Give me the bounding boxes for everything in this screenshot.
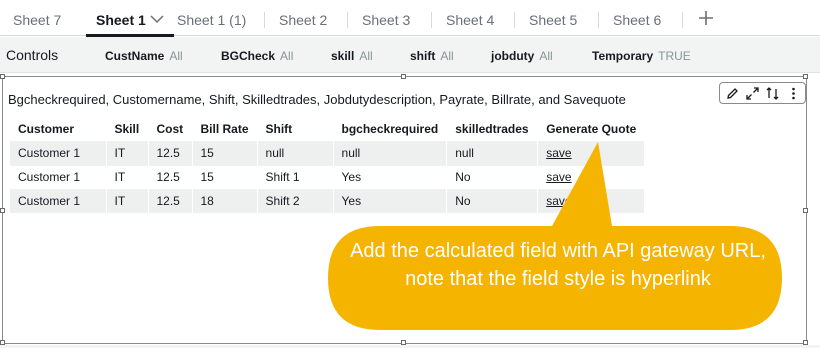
table-cell: null <box>446 140 539 165</box>
resize-handle[interactable] <box>0 208 5 213</box>
control-value: All <box>169 49 183 63</box>
chevron-down-icon[interactable] <box>150 15 164 24</box>
control-label: BGCheck <box>221 49 276 63</box>
table-cell: save <box>537 188 646 213</box>
column-header[interactable]: Generate Quote <box>537 117 646 141</box>
sheet-tab-bar: Sheet 7 Sheet 1 Sheet 1 (1) Sheet 2 Shee… <box>0 0 820 37</box>
save-quote-link[interactable]: save <box>546 146 571 160</box>
table-cell: 15 <box>192 164 258 189</box>
more-icon[interactable] <box>786 86 801 101</box>
column-header[interactable]: skilledtrades <box>446 117 539 141</box>
table-cell: Shift 1 <box>257 164 334 189</box>
resize-handle[interactable] <box>803 208 808 213</box>
control-label: jobduty <box>491 49 535 63</box>
expand-icon[interactable] <box>745 86 760 101</box>
table-cell: null <box>333 140 448 165</box>
table-cell: 12.5 <box>148 164 193 189</box>
resize-handle[interactable] <box>401 74 406 79</box>
table-cell: 15 <box>192 140 258 165</box>
control-value: All <box>440 49 454 63</box>
control-bgcheck[interactable]: BGCheck All <box>221 49 293 63</box>
control-value: All <box>539 49 553 63</box>
table-cell: No <box>446 164 539 189</box>
table-cell: save <box>537 164 646 189</box>
table-visual[interactable]: Bgcheckrequired, Customername, Shift, Sk… <box>0 74 808 345</box>
visual-toolbar <box>719 82 806 104</box>
control-shift[interactable]: shift All <box>410 49 454 63</box>
column-header[interactable]: Bill Rate <box>192 117 258 141</box>
tab-sheet-1-1[interactable]: Sheet 1 (1) <box>177 0 246 36</box>
control-value: All <box>280 49 294 63</box>
controls-bar: Controls CustName All BGCheck All skill All… <box>0 37 820 73</box>
tab-sheet-1[interactable]: Sheet 1 <box>86 0 174 37</box>
control-value: TRUE <box>658 49 691 63</box>
tab-sheet-7[interactable]: Sheet 7 <box>13 0 61 36</box>
tab-divider <box>347 12 348 28</box>
table-row[interactable]: Customer 1 IT 12.5 15 null null null sav… <box>10 140 646 165</box>
table-cell: 12.5 <box>148 140 193 165</box>
control-label: skill <box>331 49 355 63</box>
tab-sheet-1-label: Sheet 1 <box>96 12 146 28</box>
tab-sheet-2[interactable]: Sheet 2 <box>279 0 327 36</box>
table-cell: Customer 1 <box>10 164 107 189</box>
tab-divider <box>264 12 265 28</box>
data-table: Customer Skill Cost Bill Rate Shift bgch… <box>10 117 646 213</box>
control-label: CustName <box>105 49 165 63</box>
resize-handle[interactable] <box>0 74 5 79</box>
tab-sheet-5[interactable]: Sheet 5 <box>529 0 577 36</box>
column-header[interactable]: bgcheckrequired <box>333 117 448 141</box>
control-skill[interactable]: skill All <box>331 49 373 63</box>
table-cell: IT <box>106 164 149 189</box>
table-row[interactable]: Customer 1 IT 12.5 18 Shift 2 Yes No sav… <box>10 188 646 213</box>
visual-title: Bgcheckrequired, Customername, Shift, Sk… <box>8 92 626 107</box>
tab-sheet-6[interactable]: Sheet 6 <box>613 0 661 36</box>
table-cell: Customer 1 <box>10 188 107 213</box>
control-value: All <box>359 49 373 63</box>
tab-divider <box>598 12 599 28</box>
table-cell: Yes <box>333 164 448 189</box>
control-temporary[interactable]: Temporary TRUE <box>592 49 691 63</box>
table-cell: 12.5 <box>148 188 193 213</box>
column-header[interactable]: Shift <box>257 117 334 141</box>
table-cell: IT <box>106 188 149 213</box>
tab-sheet-3[interactable]: Sheet 3 <box>362 0 410 36</box>
table-header-row: Customer Skill Cost Bill Rate Shift bgch… <box>10 117 646 141</box>
table-cell: IT <box>106 140 149 165</box>
control-jobduty[interactable]: jobduty All <box>491 49 553 63</box>
table-cell: No <box>446 188 539 213</box>
table-cell: Customer 1 <box>10 140 107 165</box>
tab-sheet-4[interactable]: Sheet 4 <box>446 0 494 36</box>
pencil-icon[interactable] <box>725 86 740 101</box>
callout-text: Add the calculated field with API gatewa… <box>350 240 766 290</box>
column-header[interactable]: Cost <box>148 117 193 141</box>
save-quote-link[interactable]: save <box>546 194 571 208</box>
save-quote-link[interactable]: save <box>546 170 571 184</box>
controls-title[interactable]: Controls <box>6 47 58 63</box>
column-header[interactable]: Customer <box>10 117 107 141</box>
table-cell: 18 <box>192 188 258 213</box>
tab-divider <box>514 12 515 28</box>
control-label: shift <box>410 49 436 63</box>
table-cell: null <box>257 140 334 165</box>
control-custname[interactable]: CustName All <box>105 49 183 63</box>
table-row[interactable]: Customer 1 IT 12.5 15 Shift 1 Yes No sav… <box>10 164 646 189</box>
table-cell: save <box>537 140 646 165</box>
table-cell: Shift 2 <box>257 188 334 213</box>
add-sheet-icon[interactable] <box>697 9 715 27</box>
resize-handle[interactable] <box>803 74 808 79</box>
table-cell: Yes <box>333 188 448 213</box>
column-header[interactable]: Skill <box>106 117 149 141</box>
swap-icon[interactable] <box>765 86 780 101</box>
tab-divider <box>431 12 432 28</box>
control-label: Temporary <box>592 49 654 63</box>
tab-divider <box>682 12 683 28</box>
